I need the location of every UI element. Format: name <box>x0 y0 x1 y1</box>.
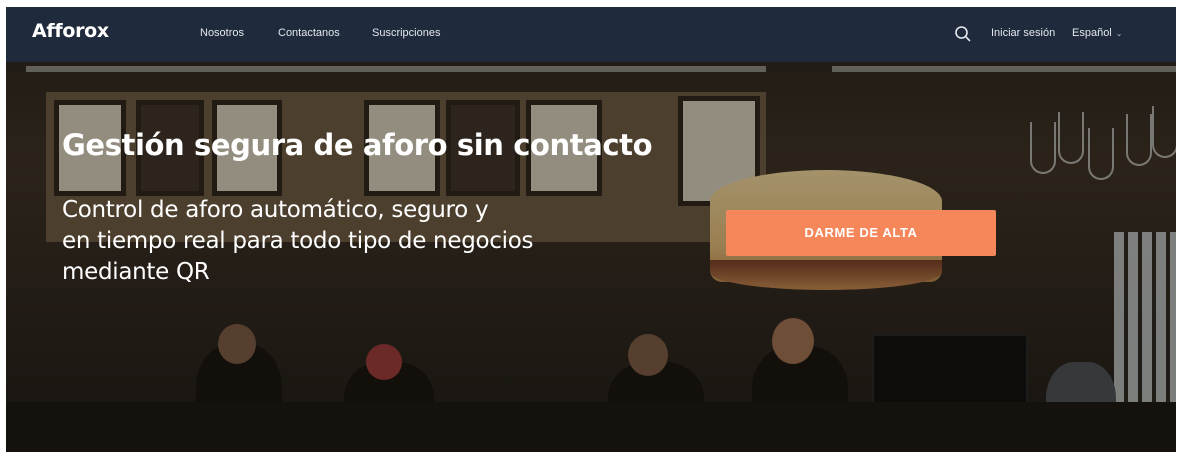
hero-subtitle-line: Control de aforo automático, seguro y <box>62 197 489 223</box>
top-navbar: Afforox Nosotros Contactanos Suscripcion… <box>6 7 1176 62</box>
hero-subtitle: Control de aforo automático, seguro y en… <box>62 195 662 288</box>
login-link[interactable]: Iniciar sesión <box>991 27 1055 39</box>
search-icon[interactable] <box>953 24 973 44</box>
language-selected: Español <box>1072 27 1112 39</box>
nav-link-suscripciones[interactable]: Suscripciones <box>372 27 440 39</box>
brand-logo[interactable]: Afforox <box>32 20 109 42</box>
hero-subtitle-line: en tiempo real para todo tipo de negocio… <box>62 228 534 254</box>
hero-subtitle-line: mediante QR <box>62 259 210 285</box>
nav-link-nosotros[interactable]: Nosotros <box>200 27 244 39</box>
signup-button[interactable]: DARME DE ALTA <box>726 210 996 256</box>
language-selector[interactable]: Español ⌄ <box>1072 27 1122 39</box>
hero-title: Gestión segura de aforo sin contacto <box>62 128 653 162</box>
page-frame: Afforox Nosotros Contactanos Suscripcion… <box>6 7 1176 452</box>
nav-link-contactanos[interactable]: Contactanos <box>278 27 340 39</box>
chevron-down-icon: ⌄ <box>1115 29 1123 38</box>
